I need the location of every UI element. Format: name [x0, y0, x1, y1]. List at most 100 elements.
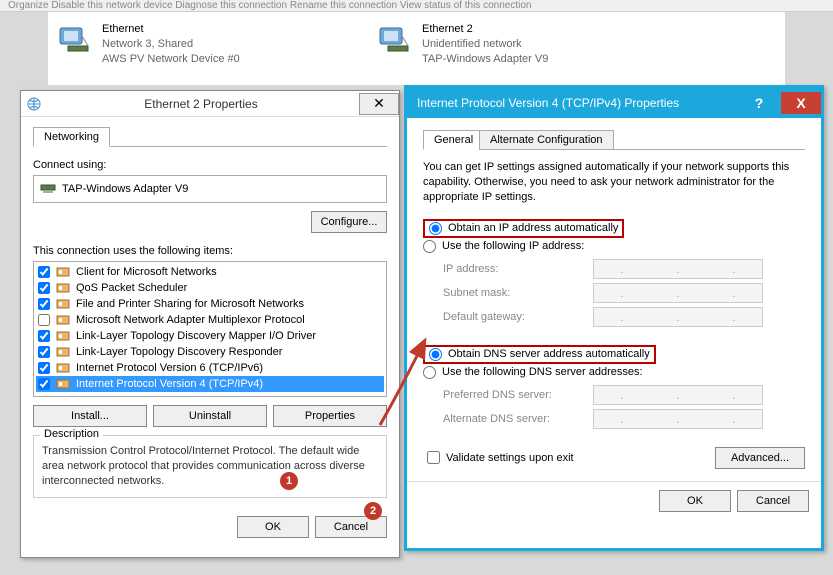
close-icon: ✕	[373, 95, 385, 112]
connection-device: TAP-Windows Adapter V9	[422, 52, 548, 67]
titlebar[interactable]: Ethernet 2 Properties ✕	[21, 91, 399, 117]
component-item[interactable]: Microsoft Network Adapter Multiplexor Pr…	[36, 312, 384, 328]
close-button[interactable]: X	[781, 92, 821, 114]
component-item[interactable]: Internet Protocol Version 4 (TCP/IPv4)	[36, 376, 384, 392]
alternate-dns-label: Alternate DNS server:	[443, 413, 583, 425]
component-label: Microsoft Network Adapter Multiplexor Pr…	[76, 314, 305, 326]
component-item[interactable]: Client for Microsoft Networks	[36, 264, 384, 280]
callout-1: 1	[280, 472, 298, 490]
connect-using-label: Connect using:	[33, 159, 387, 171]
component-label: Internet Protocol Version 6 (TCP/IPv6)	[76, 362, 263, 374]
component-checkbox[interactable]	[38, 266, 50, 278]
preferred-dns-input: ...	[593, 385, 763, 405]
use-ip-radio[interactable]	[423, 240, 436, 253]
component-icon	[56, 313, 70, 327]
description-group: Description Transmission Control Protoco…	[33, 435, 387, 498]
advanced-button[interactable]: Advanced...	[715, 447, 805, 469]
component-label: Client for Microsoft Networks	[76, 266, 217, 278]
tab-networking[interactable]: Networking	[33, 127, 110, 147]
ipv4-properties-dialog: Internet Protocol Version 4 (TCP/IPv4) P…	[404, 85, 824, 551]
component-label: Link-Layer Topology Discovery Responder	[76, 346, 282, 358]
gateway-input: ...	[593, 307, 763, 327]
gateway-label: Default gateway:	[443, 311, 583, 323]
component-item[interactable]: Internet Protocol Version 6 (TCP/IPv6)	[36, 360, 384, 376]
component-icon	[56, 265, 70, 279]
dialog-title: Internet Protocol Version 4 (TCP/IPv4) P…	[417, 96, 737, 110]
use-dns-label: Use the following DNS server addresses:	[442, 366, 643, 378]
configure-button[interactable]: Configure...	[311, 211, 387, 233]
tab-general[interactable]: General	[423, 130, 484, 150]
use-ip-label: Use the following IP address:	[442, 240, 584, 252]
install-button[interactable]: Install...	[33, 405, 147, 427]
callout-2: 2	[364, 502, 382, 520]
tabbar: Networking	[33, 125, 387, 147]
obtain-ip-auto-radio[interactable]	[429, 222, 442, 235]
connection-status: Unidentified network	[422, 37, 548, 52]
toolbar: Organize Disable this network device Dia…	[0, 0, 833, 12]
component-checkbox[interactable]	[38, 330, 50, 342]
network-adapter-icon	[378, 22, 414, 58]
connection-status: Network 3, Shared	[102, 37, 240, 52]
preferred-dns-label: Preferred DNS server:	[443, 389, 583, 401]
validate-settings-checkbox[interactable]	[427, 451, 440, 464]
obtain-dns-highlight: Obtain DNS server address automatically	[423, 345, 656, 364]
component-item[interactable]: Link-Layer Topology Discovery Mapper I/O…	[36, 328, 384, 344]
description-legend: Description	[40, 428, 103, 440]
description-text: Transmission Control Protocol/Internet P…	[42, 444, 378, 489]
items-list[interactable]: Client for Microsoft Networks QoS Packet …	[33, 261, 387, 397]
component-label: File and Printer Sharing for Microsoft N…	[76, 298, 304, 310]
adapter-box: TAP-Windows Adapter V9	[33, 175, 387, 203]
subnet-input: ...	[593, 283, 763, 303]
component-checkbox[interactable]	[38, 346, 50, 358]
obtain-dns-auto-radio[interactable]	[429, 348, 442, 361]
titlebar[interactable]: Internet Protocol Version 4 (TCP/IPv4) P…	[407, 88, 821, 118]
connection-name: Ethernet 2	[422, 22, 548, 37]
component-label: Internet Protocol Version 4 (TCP/IPv4)	[76, 378, 263, 390]
component-icon	[56, 345, 70, 359]
properties-button[interactable]: Properties	[273, 405, 387, 427]
component-icon	[56, 329, 70, 343]
component-checkbox[interactable]	[38, 282, 50, 294]
component-label: QoS Packet Scheduler	[76, 282, 187, 294]
component-icon	[56, 297, 70, 311]
ip-address-input: ...	[593, 259, 763, 279]
component-checkbox[interactable]	[38, 362, 50, 374]
tabbar: General Alternate Configuration	[423, 128, 805, 150]
use-dns-radio[interactable]	[423, 366, 436, 379]
network-icon	[27, 97, 41, 111]
component-icon	[56, 281, 70, 295]
cancel-button[interactable]: Cancel	[737, 490, 809, 512]
connections-panel: Ethernet Network 3, Shared AWS PV Networ…	[48, 12, 785, 85]
adapter-icon	[40, 181, 56, 197]
component-checkbox[interactable]	[38, 378, 50, 390]
alternate-dns-input: ...	[593, 409, 763, 429]
obtain-dns-auto-label: Obtain DNS server address automatically	[448, 348, 650, 360]
obtain-ip-auto-label: Obtain an IP address automatically	[448, 222, 618, 234]
items-label: This connection uses the following items…	[33, 245, 387, 257]
ip-address-label: IP address:	[443, 263, 583, 275]
dialog-title: Ethernet 2 Properties	[45, 97, 357, 111]
tab-alternate-configuration[interactable]: Alternate Configuration	[479, 130, 614, 150]
component-checkbox[interactable]	[38, 298, 50, 310]
component-item[interactable]: File and Printer Sharing for Microsoft N…	[36, 296, 384, 312]
help-button[interactable]: ?	[739, 92, 779, 114]
ethernet-2-properties-dialog: Ethernet 2 Properties ✕ Networking Conne…	[20, 90, 400, 558]
component-icon	[56, 361, 70, 375]
component-label: Link-Layer Topology Discovery Mapper I/O…	[76, 330, 316, 342]
info-text: You can get IP settings assigned automat…	[423, 160, 805, 205]
connection-name: Ethernet	[102, 22, 240, 37]
component-item[interactable]: Link-Layer Topology Discovery Responder	[36, 344, 384, 360]
obtain-ip-highlight: Obtain an IP address automatically	[423, 219, 624, 238]
component-item[interactable]: QoS Packet Scheduler	[36, 280, 384, 296]
close-button[interactable]: ✕	[359, 93, 399, 115]
component-checkbox[interactable]	[38, 314, 50, 326]
ok-button[interactable]: OK	[237, 516, 309, 538]
adapter-name: TAP-Windows Adapter V9	[62, 183, 188, 195]
uninstall-button[interactable]: Uninstall	[153, 405, 267, 427]
connection-ethernet[interactable]: Ethernet Network 3, Shared AWS PV Networ…	[58, 22, 318, 67]
connection-device: AWS PV Network Device #0	[102, 52, 240, 67]
subnet-label: Subnet mask:	[443, 287, 583, 299]
connection-ethernet-2[interactable]: Ethernet 2 Unidentified network TAP-Wind…	[378, 22, 638, 67]
ok-button[interactable]: OK	[659, 490, 731, 512]
network-adapter-icon	[58, 22, 94, 58]
